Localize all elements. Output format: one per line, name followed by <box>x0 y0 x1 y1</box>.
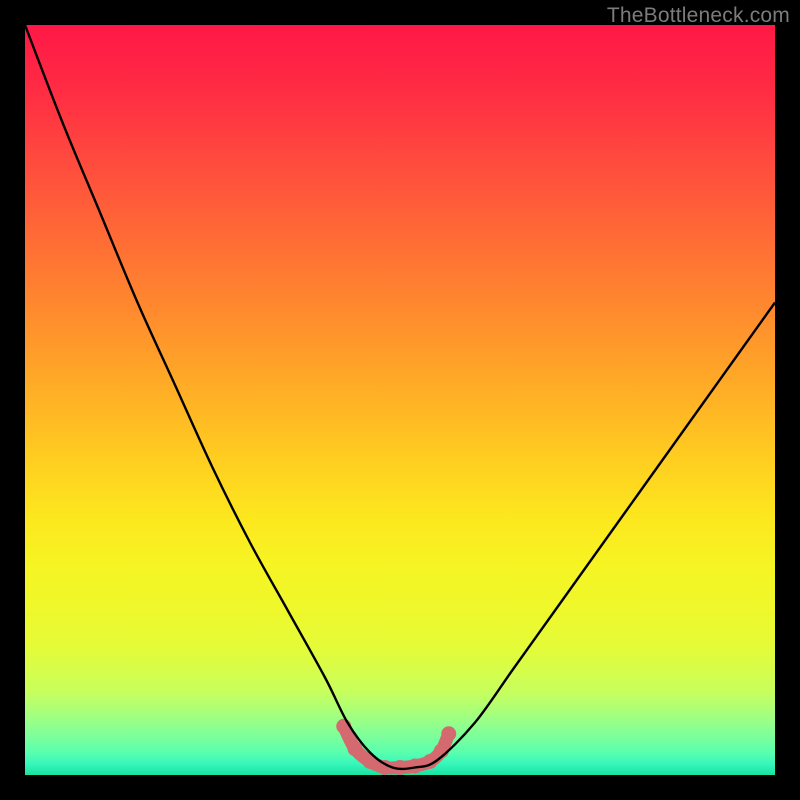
chart-stage: TheBottleneck.com <box>0 0 800 800</box>
main-curve-path <box>25 25 775 769</box>
plot-area <box>25 25 775 775</box>
highlight-dot <box>348 741 363 756</box>
curve-highlight <box>336 719 456 775</box>
highlight-dots <box>336 719 456 775</box>
highlight-dot <box>441 726 456 741</box>
bottleneck-curve-svg <box>25 25 775 775</box>
